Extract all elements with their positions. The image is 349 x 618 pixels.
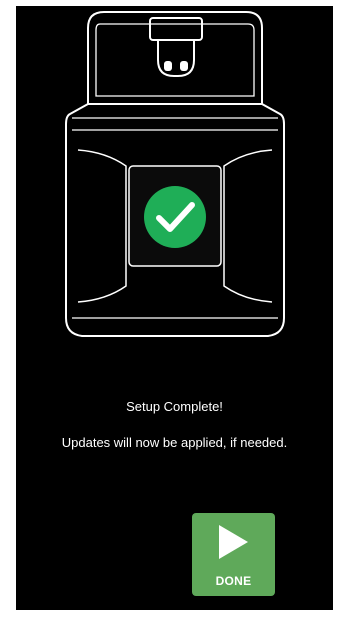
device-connector — [87, 11, 263, 105]
setup-status-message: Updates will now be applied, if needed. — [61, 435, 288, 450]
connector-pins — [164, 61, 188, 71]
done-button[interactable]: DONE — [192, 513, 275, 596]
play-icon — [219, 525, 248, 559]
app-screen: Setup Complete! Updates will now be appl… — [16, 6, 333, 610]
checkmark-icon — [144, 186, 206, 248]
obd-device-illustration — [65, 11, 285, 337]
done-button-label: DONE — [215, 574, 252, 588]
setup-status-title: Setup Complete! — [126, 399, 223, 414]
